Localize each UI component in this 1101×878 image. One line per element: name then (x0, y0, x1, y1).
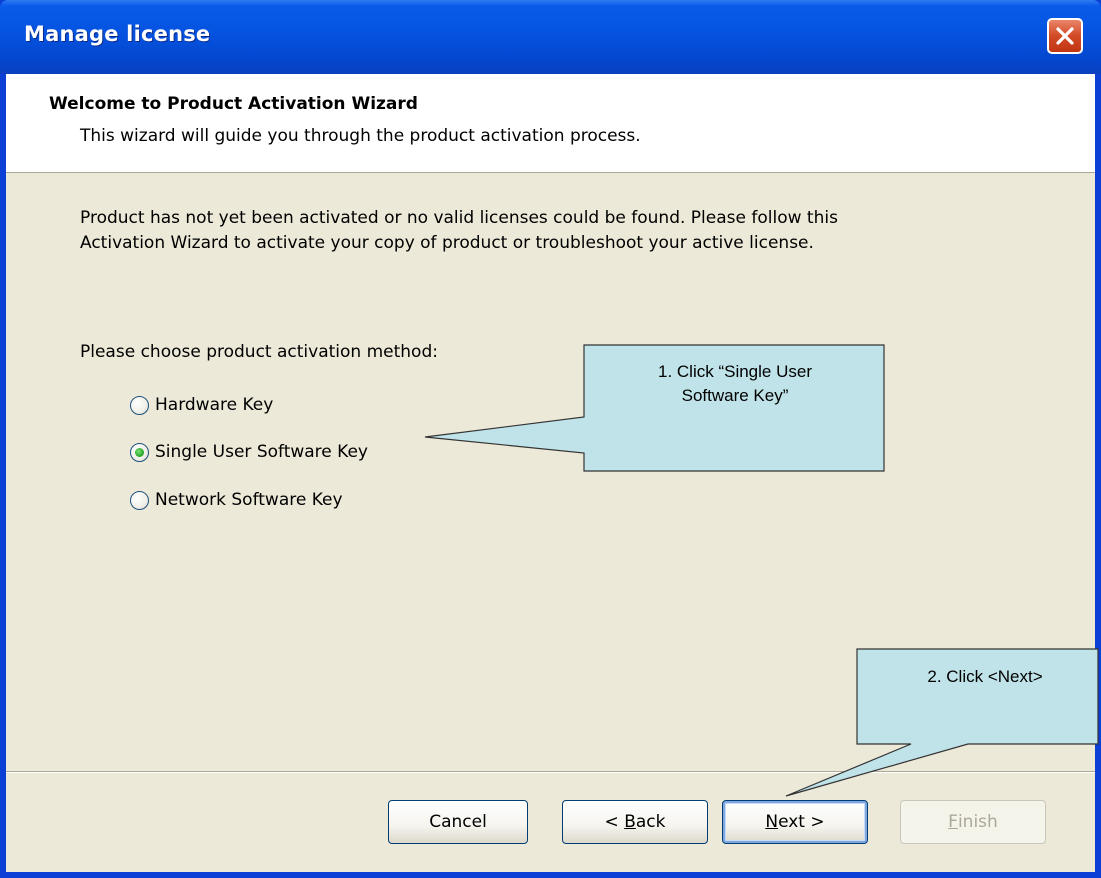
activation-message-line: Product has not yet been activated or no… (80, 208, 838, 228)
activation-message-line: Activation Wizard to activate your copy … (80, 233, 814, 253)
back-button-prefix: < (604, 812, 625, 832)
close-button[interactable] (1047, 18, 1083, 54)
radio-hardware-key[interactable]: Hardware Key (130, 392, 273, 418)
radio-button[interactable] (130, 442, 149, 462)
finish-button-label: inish (957, 812, 998, 832)
radio-button[interactable] (130, 490, 149, 510)
activation-method-label: Please choose product activation method: (80, 342, 438, 362)
cancel-button[interactable]: Cancel (388, 800, 528, 844)
callout-step2-text: 2. Click <Next> (927, 667, 1043, 686)
callout-step1-line: Software Key” (681, 386, 789, 405)
callout-step1-line: 1. Click “Single User (658, 362, 812, 381)
wizard-title: Welcome to Product Activation Wizard (49, 94, 418, 114)
radio-selected-dot (135, 447, 144, 457)
window-title: Manage license (24, 22, 211, 46)
radio-label: Network Software Key (155, 490, 343, 510)
finish-button-accel: F (948, 812, 958, 832)
title-bar[interactable]: Manage license (0, 0, 1101, 74)
wizard-subtitle: This wizard will guide you through the p… (80, 126, 641, 146)
radio-label: Hardware Key (155, 395, 274, 415)
callout-step1-text: 1. Click “Single User Software Key” (590, 360, 880, 408)
finish-button: Finish (900, 800, 1046, 844)
back-button-label: ack (635, 812, 666, 832)
dialog-body: Welcome to Product Activation Wizard Thi… (6, 74, 1095, 872)
radio-button[interactable] (130, 395, 149, 415)
next-button-accel: N (765, 812, 779, 832)
cancel-button-label: Cancel (429, 812, 487, 832)
close-icon (1056, 27, 1074, 45)
radio-single-user-software-key[interactable]: Single User Software Key (130, 439, 368, 465)
wizard-header: Welcome to Product Activation Wizard Thi… (6, 74, 1095, 173)
next-button-label: ext > (778, 812, 825, 832)
next-button[interactable]: Next > (722, 800, 868, 844)
back-button-accel: B (624, 812, 636, 832)
radio-network-software-key[interactable]: Network Software Key (130, 487, 343, 513)
radio-label: Single User Software Key (155, 442, 368, 462)
footer-divider (6, 771, 1095, 773)
dialog-window: Manage license Welcome to Product Activa… (0, 0, 1101, 878)
activation-message: Product has not yet been activated or no… (80, 206, 980, 256)
back-button[interactable]: < Back (562, 800, 708, 844)
